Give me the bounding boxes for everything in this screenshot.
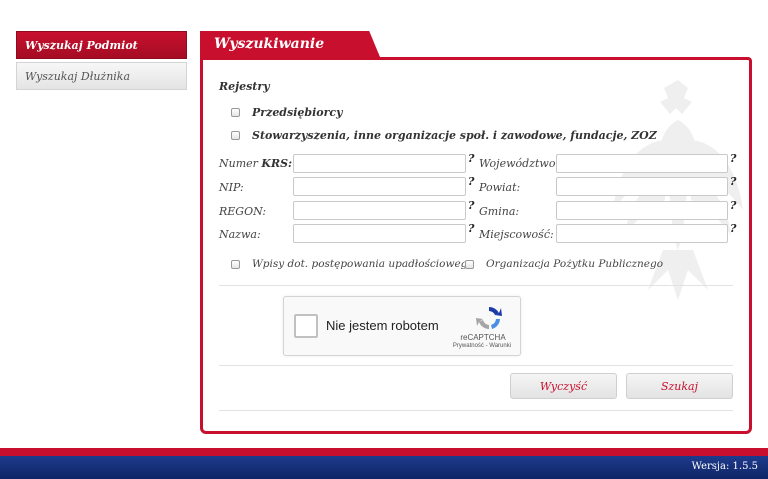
- registry-option-przedsiebiorcy: Przedsiębiorcy: [231, 106, 342, 119]
- registry-heading: Rejestry: [219, 80, 270, 93]
- stowarzyszenia-checkbox[interactable]: [231, 131, 240, 140]
- footer-stripe: [0, 448, 768, 456]
- nazwa-label: Nazwa:: [219, 228, 261, 241]
- version-label: Wersja: 1.5.5: [691, 461, 758, 472]
- clear-button[interactable]: Wyczyść: [510, 373, 617, 399]
- recaptcha-brand: reCAPTCHA: [460, 333, 506, 342]
- recaptcha-links: Prywatność - Warunki: [452, 343, 512, 349]
- powiat-input[interactable]: [556, 177, 728, 196]
- registry-option-stowarzyszenia: Stowarzyszenia, inne organizacje społ. i…: [231, 129, 657, 142]
- nip-label: NIP:: [219, 181, 244, 194]
- footer: Wersja: 1.5.5: [0, 456, 768, 479]
- sidebar: Wyszukaj Podmiot Wyszukaj Dłużnika: [16, 31, 187, 90]
- nazwa-input[interactable]: [293, 224, 466, 243]
- sidebar-item-wyszukaj-podmiot[interactable]: Wyszukaj Podmiot: [16, 31, 187, 59]
- recaptcha-widget: Nie jestem robotem reCAPTCHA Prywatność …: [283, 296, 521, 356]
- nazwa-help-icon[interactable]: ?: [468, 222, 474, 235]
- regon-help-icon[interactable]: ?: [468, 199, 474, 212]
- opp-checkbox[interactable]: [465, 259, 474, 269]
- search-panel: Rejestry Przedsiębiorcy Stowarzyszenia, …: [200, 57, 752, 434]
- divider: [219, 365, 733, 366]
- krs-help-icon[interactable]: ?: [468, 152, 474, 165]
- divider: [219, 285, 733, 286]
- powiat-help-icon[interactable]: ?: [730, 175, 736, 188]
- stowarzyszenia-label: Stowarzyszenia, inne organizacje społ. i…: [252, 129, 657, 142]
- przedsiebiorcy-label: Przedsiębiorcy: [252, 106, 343, 119]
- divider: [219, 410, 733, 411]
- regon-input[interactable]: [293, 201, 466, 220]
- regon-label: REGON:: [219, 205, 267, 218]
- miejscowosc-input[interactable]: [556, 224, 728, 243]
- gmina-help-icon[interactable]: ?: [730, 199, 736, 212]
- search-button[interactable]: Szukaj: [626, 373, 733, 399]
- powiat-label: Powiat:: [479, 181, 521, 194]
- option-opp: Organizacja Pożytku Publicznego: [465, 258, 663, 270]
- przedsiebiorcy-checkbox[interactable]: [231, 108, 240, 117]
- miejscowosc-help-icon[interactable]: ?: [730, 222, 736, 235]
- nip-help-icon[interactable]: ?: [468, 175, 474, 188]
- option-upadlosc: Wpisy dot. postępowania upadłościowego: [231, 258, 474, 270]
- recaptcha-privacy-link[interactable]: Prywatność: [453, 343, 484, 349]
- krs-label: Numer KRS:: [219, 157, 293, 170]
- nip-input[interactable]: [293, 177, 466, 196]
- opp-label: Organizacja Pożytku Publicznego: [486, 258, 664, 270]
- panel-title: Wyszukiwanie Podmiotu: [200, 31, 380, 57]
- upadlosc-label: Wpisy dot. postępowania upadłościowego: [252, 258, 474, 270]
- wojewodztwo-label: Województwo:: [479, 157, 560, 170]
- recaptcha-terms-link[interactable]: Warunki: [489, 343, 511, 349]
- krs-input[interactable]: [293, 154, 466, 173]
- gmina-input[interactable]: [556, 201, 728, 220]
- upadlosc-checkbox[interactable]: [231, 259, 240, 269]
- gmina-label: Gmina:: [479, 205, 520, 218]
- sidebar-item-wyszukaj-dluznika[interactable]: Wyszukaj Dłużnika: [16, 62, 187, 90]
- recaptcha-label: Nie jestem robotem: [326, 318, 439, 333]
- wojewodztwo-input[interactable]: [556, 154, 728, 173]
- wojewodztwo-help-icon[interactable]: ?: [730, 152, 736, 165]
- recaptcha-checkbox[interactable]: [294, 314, 318, 338]
- recaptcha-logo-icon: [476, 306, 502, 329]
- miejscowosc-label: Miejscowość:: [479, 228, 554, 241]
